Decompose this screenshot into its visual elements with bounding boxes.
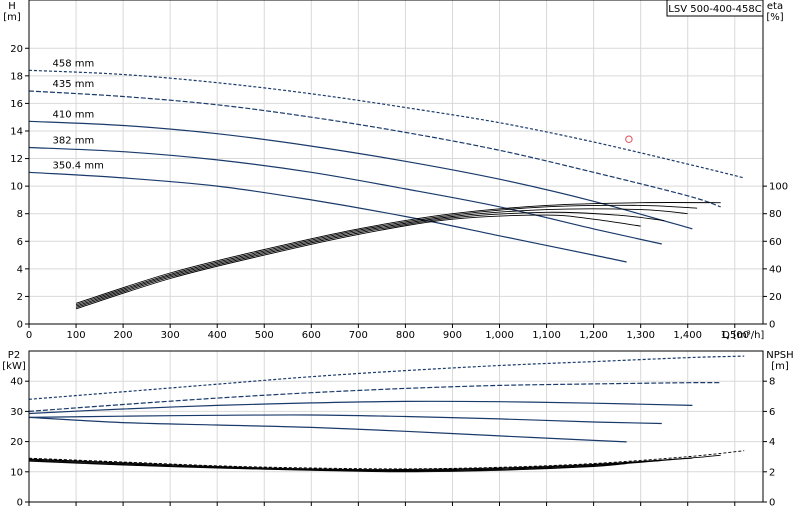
y-tick-label-right: 60 [769, 237, 782, 248]
y-tick-label-left: 10 [10, 467, 23, 478]
y-tick-label-right: 80 [769, 209, 782, 220]
bottom-gridlines [28, 351, 763, 503]
y-axis-label-left: P2 [8, 350, 20, 361]
y-tick-label-right: 0 [769, 320, 775, 331]
y-axis-label-right: [%] [766, 12, 783, 23]
y-tick-label-left: 20 [10, 44, 23, 55]
y-axis-label-right: NPSH [766, 350, 793, 361]
y-axis-label-right: eta [767, 1, 783, 12]
bottom-plot-frame [28, 350, 764, 503]
y-tick-label-left: 2 [17, 292, 23, 303]
y-tick-label-right: 6 [769, 407, 775, 418]
chart-title: LSV 500-400-458C [668, 4, 761, 15]
x-tick-label: 200 [114, 330, 133, 341]
y-tick-label-left: 4 [17, 264, 23, 275]
head-eta-series-2 [28, 120, 693, 230]
power-npsh-series-5 [28, 450, 745, 470]
bottom-curves [28, 355, 745, 473]
power-npsh-series-1 [28, 382, 721, 412]
top-curves [28, 69, 745, 310]
y-axis-label-right: [m] [771, 361, 789, 372]
x-tick-label: 900 [443, 330, 462, 341]
y-tick-label-right: 8 [769, 377, 775, 388]
series-label: 435 mm [53, 79, 95, 90]
y-axis-label-left: [kW] [2, 361, 26, 372]
series-label: 458 mm [53, 58, 95, 69]
y-axis-label-left: H [8, 1, 16, 12]
head-eta-series-0 [28, 69, 745, 179]
x-tick-label: 1,200 [579, 330, 608, 341]
x-tick-label: 0 [26, 330, 32, 341]
x-axis-label: Q [m³/h] [722, 330, 764, 341]
y-tick-label-left: 8 [17, 209, 23, 220]
x-tick-label: 300 [161, 330, 180, 341]
y-tick-label-left: 14 [10, 126, 23, 137]
power-npsh-series-0 [28, 355, 745, 400]
y-tick-label-right: 100 [769, 182, 788, 193]
head-eta-series-5 [75, 202, 721, 304]
y-tick-label-left: 0 [17, 498, 23, 509]
y-tick-label-right: 40 [769, 264, 782, 275]
power-npsh-series-4 [28, 416, 627, 443]
series-label: 350.4 mm [53, 160, 104, 171]
y-tick-label-left: 12 [10, 154, 23, 165]
head-eta-series-3 [28, 146, 662, 245]
y-tick-label-right: 0 [769, 498, 775, 509]
x-tick-label: 800 [396, 330, 415, 341]
x-tick-label: 500 [255, 330, 274, 341]
y-tick-label-left: 40 [10, 377, 23, 388]
y-tick-label-left: 10 [10, 182, 23, 193]
x-tick-label: 1,000 [485, 330, 514, 341]
x-tick-label: 1,300 [626, 330, 655, 341]
head-eta-series-1 [28, 90, 721, 208]
y-axis-label-left: [m] [3, 12, 21, 23]
x-tick-label: 1,100 [532, 330, 561, 341]
y-tick-label-left: 6 [17, 237, 23, 248]
head-eta-series-7 [75, 208, 688, 307]
x-tick-label: 600 [302, 330, 321, 341]
power-npsh-series-6 [28, 454, 721, 471]
y-tick-label-left: 20 [10, 437, 23, 448]
chart-title-box: LSV 500-400-458C [666, 0, 764, 17]
y-tick-label-left: 16 [10, 99, 23, 110]
chart-labels: 0 100 200 300 400 500 600 700 800 900 1,000 1,100 1,… [2, 1, 793, 509]
y-tick-label-right: 20 [769, 292, 782, 303]
x-tick-label: 700 [349, 330, 368, 341]
series-label: 410 mm [53, 109, 95, 120]
x-tick-label: 100 [67, 330, 86, 341]
y-tick-label-left: 30 [10, 407, 23, 418]
y-tick-label-right: 2 [769, 467, 775, 478]
pump-curve-chart: 0 100 200 300 400 500 600 700 800 900 1,000 1,100 1,… [2, 0, 794, 509]
top-gridlines [28, 0, 763, 325]
x-tick-label: 400 [208, 330, 227, 341]
operating-point-marker [625, 135, 633, 143]
series-label: 382 mm [53, 136, 95, 147]
x-tick-label: 1,400 [673, 330, 702, 341]
y-tick-label-right: 4 [769, 437, 775, 448]
y-tick-label-left: 18 [10, 71, 23, 82]
y-tick-label-left: 0 [17, 320, 23, 331]
